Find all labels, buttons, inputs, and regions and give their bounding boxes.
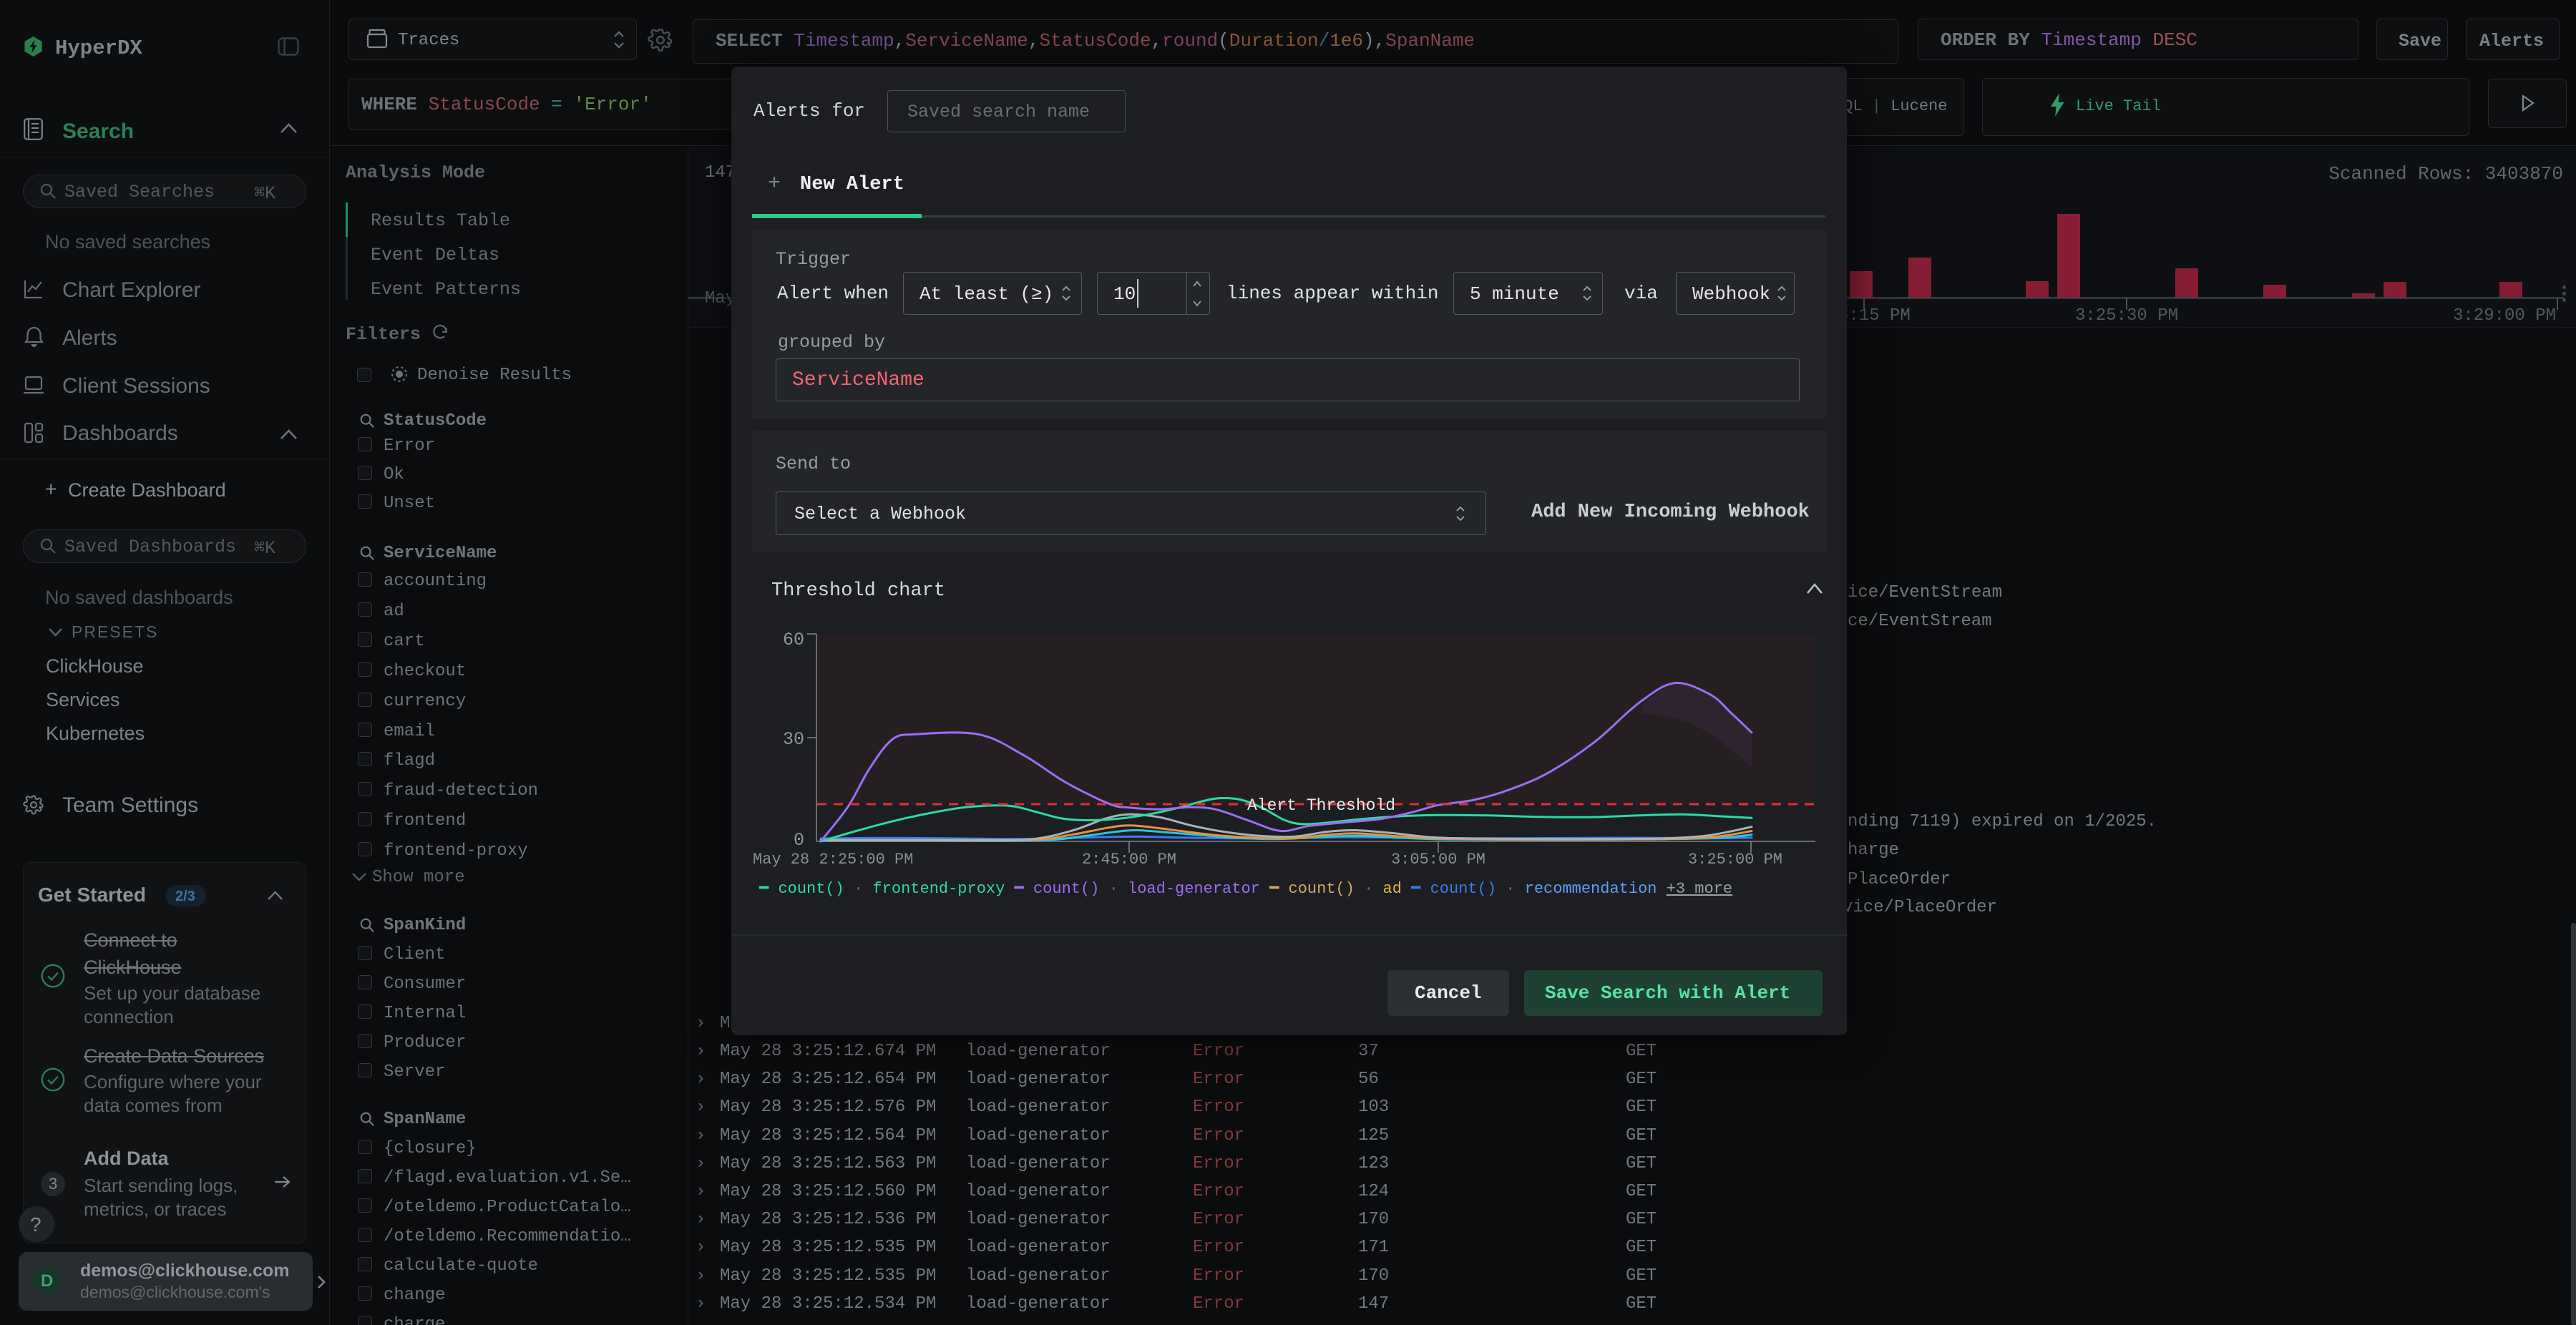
- svg-text:Alert Threshold: Alert Threshold: [1247, 796, 1395, 815]
- svg-text:0: 0: [794, 830, 804, 851]
- svg-text:30: 30: [783, 729, 804, 750]
- svg-text:May 28 2:25:00 PM: May 28 2:25:00 PM: [753, 851, 913, 869]
- svg-text:60: 60: [783, 630, 804, 650]
- svg-text:3:05:00 PM: 3:05:00 PM: [1391, 851, 1485, 869]
- svg-text:3:25:00 PM: 3:25:00 PM: [1688, 851, 1782, 869]
- svg-text:2:45:00 PM: 2:45:00 PM: [1082, 851, 1176, 869]
